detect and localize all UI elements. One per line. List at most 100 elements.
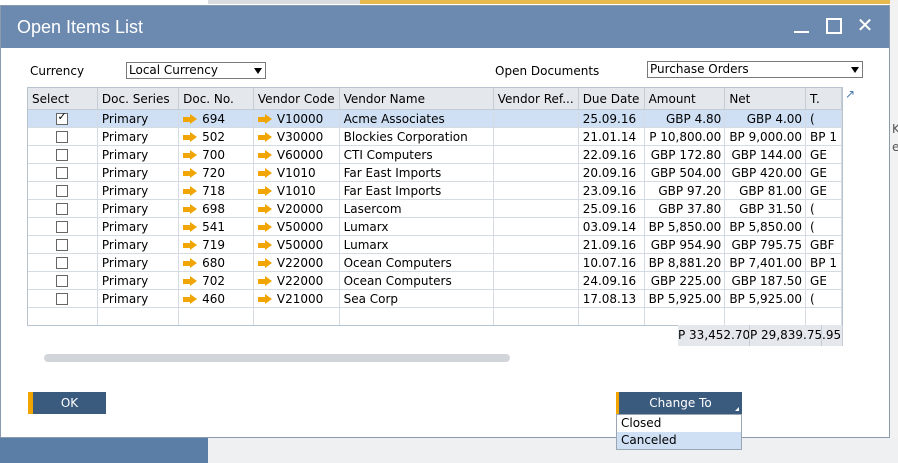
table-row[interactable]: Primary 502 V30000 Blockies Corporation 21.0… bbox=[28, 127, 842, 146]
column-header[interactable]: Select bbox=[28, 88, 98, 110]
empty-cell bbox=[339, 307, 494, 325]
table-row[interactable]: Primary 541 V50000 Lumarx 03.09.14 BP 5,850.0… bbox=[28, 217, 842, 236]
table-row[interactable]: Primary 719 V50000 Lumarx 21.09.16 GBP 954.90… bbox=[28, 235, 842, 254]
menu-item-closed[interactable]: Closed bbox=[617, 415, 741, 432]
golden-arrow-icon[interactable] bbox=[183, 114, 198, 124]
doc-no-cell[interactable]: 694 bbox=[178, 109, 254, 128]
select-checkbox[interactable] bbox=[56, 275, 69, 287]
select-checkbox[interactable] bbox=[56, 257, 69, 269]
maximize-icon[interactable] bbox=[823, 15, 843, 35]
golden-arrow-icon[interactable] bbox=[183, 204, 198, 214]
vendor-code-cell[interactable]: V30000 bbox=[253, 127, 340, 146]
golden-arrow-icon[interactable] bbox=[183, 294, 198, 304]
doc-no-cell[interactable]: 680 bbox=[178, 253, 254, 272]
ok-button[interactable]: OK bbox=[28, 392, 106, 414]
doc-no-cell[interactable]: 541 bbox=[178, 217, 254, 236]
doc-no-cell[interactable]: 698 bbox=[178, 199, 254, 218]
doc-no-cell[interactable]: 720 bbox=[178, 163, 254, 182]
vendor-code-cell[interactable]: V50000 bbox=[253, 235, 340, 254]
select-checkbox[interactable] bbox=[56, 239, 69, 251]
select-checkbox[interactable] bbox=[56, 185, 69, 197]
select-checkbox[interactable] bbox=[56, 203, 69, 215]
net-cell-text: BP 5,850.00 bbox=[729, 219, 803, 234]
horizontal-scrollbar[interactable] bbox=[44, 354, 510, 362]
select-checkbox[interactable] bbox=[56, 221, 69, 233]
doc-no-cell[interactable]: 700 bbox=[178, 145, 254, 164]
change-to-button[interactable]: Change To bbox=[616, 392, 742, 414]
golden-arrow-icon[interactable] bbox=[257, 132, 272, 142]
golden-arrow-icon[interactable] bbox=[183, 186, 198, 196]
expand-icon[interactable]: ↗ bbox=[845, 88, 856, 100]
golden-arrow-icon[interactable] bbox=[183, 276, 198, 286]
table-row[interactable]: Primary 702 V22000 Ocean Computers 24.09.16 G… bbox=[28, 271, 842, 290]
golden-arrow-icon[interactable] bbox=[257, 186, 272, 196]
table-row[interactable]: Primary 698 V20000 Lasercom 25.09.16 GBP 37.8… bbox=[28, 199, 842, 218]
vendor-name-cell: Far East Imports bbox=[339, 163, 494, 182]
column-header[interactable]: Vendor Ref... bbox=[493, 88, 579, 110]
currency-select[interactable]: Local Currency bbox=[126, 62, 266, 79]
golden-arrow-icon[interactable] bbox=[257, 240, 272, 250]
close-icon[interactable]: ✕ bbox=[855, 15, 875, 35]
vendor-code-cell[interactable]: V20000 bbox=[253, 199, 340, 218]
vendor-code-cell[interactable]: V1010 bbox=[253, 163, 340, 182]
vendor-code-cell[interactable]: V60000 bbox=[253, 145, 340, 164]
table-row[interactable]: Primary 720 V1010 Far East Imports 20.09.16 G… bbox=[28, 163, 842, 182]
due-date-cell-text: 17.08.13 bbox=[582, 291, 637, 306]
golden-arrow-icon[interactable] bbox=[183, 168, 198, 178]
golden-arrow-icon[interactable] bbox=[257, 222, 272, 232]
golden-arrow-icon[interactable] bbox=[183, 222, 198, 232]
doc-no-cell[interactable]: 718 bbox=[178, 181, 254, 200]
open-documents-select[interactable]: Purchase Orders bbox=[647, 61, 863, 78]
column-header[interactable]: T. bbox=[805, 88, 842, 110]
net-cell: GBP 81.00 bbox=[724, 181, 807, 200]
vendor-code-cell[interactable]: V10000 bbox=[253, 109, 340, 128]
vendor-code-cell[interactable]: V22000 bbox=[253, 271, 340, 290]
empty-row[interactable] bbox=[28, 307, 842, 325]
doc-no-cell[interactable]: 460 bbox=[178, 289, 254, 308]
due-date-cell: 17.08.13 bbox=[578, 289, 645, 308]
golden-arrow-icon[interactable] bbox=[257, 168, 272, 178]
select-checkbox[interactable] bbox=[56, 149, 69, 161]
doc-no-cell[interactable]: 702 bbox=[178, 271, 254, 290]
vendor-code-cell[interactable]: V1010 bbox=[253, 181, 340, 200]
golden-arrow-icon[interactable] bbox=[183, 240, 198, 250]
golden-arrow-icon[interactable] bbox=[257, 258, 272, 268]
golden-arrow-icon[interactable] bbox=[183, 132, 198, 142]
vendor-code-cell[interactable]: V50000 bbox=[253, 217, 340, 236]
select-checkbox[interactable] bbox=[56, 167, 69, 179]
golden-arrow-icon[interactable] bbox=[257, 276, 272, 286]
golden-arrow-icon[interactable] bbox=[257, 114, 272, 124]
column-header[interactable]: Doc. Series bbox=[97, 88, 180, 110]
vendor-code-cell[interactable]: V21000 bbox=[253, 289, 340, 308]
table-row[interactable]: Primary 680 V22000 Ocean Computers 10.07.16 B… bbox=[28, 253, 842, 272]
open-items-grid[interactable]: Select Doc. Series Doc. No. Vendor Code Vend… bbox=[27, 87, 843, 326]
golden-arrow-icon[interactable] bbox=[183, 150, 198, 160]
table-row[interactable]: Primary 694 V10000 Acme Associates 25.09.16 G… bbox=[28, 109, 842, 128]
column-header[interactable]: Net bbox=[724, 88, 807, 110]
golden-arrow-icon[interactable] bbox=[257, 204, 272, 214]
doc-no-cell[interactable]: 502 bbox=[178, 127, 254, 146]
vendor-code-cell[interactable]: V22000 bbox=[253, 253, 340, 272]
minimize-icon[interactable] bbox=[791, 15, 811, 35]
table-row[interactable]: Primary 718 V1010 Far East Imports 23.09.16 G… bbox=[28, 181, 842, 200]
doc-no-cell[interactable]: 719 bbox=[178, 235, 254, 254]
golden-arrow-icon[interactable] bbox=[257, 294, 272, 304]
select-checkbox[interactable] bbox=[56, 110, 69, 125]
column-header[interactable]: Vendor Code bbox=[253, 88, 340, 110]
title-bar[interactable]: Open Items List ✕ bbox=[1, 6, 889, 48]
column-header[interactable]: Doc. No. bbox=[178, 88, 254, 110]
select-cell bbox=[28, 271, 98, 290]
golden-arrow-icon[interactable] bbox=[183, 258, 198, 268]
select-checkbox[interactable] bbox=[56, 293, 69, 305]
golden-arrow-icon[interactable] bbox=[257, 150, 272, 160]
menu-item-canceled[interactable]: Canceled bbox=[617, 432, 741, 449]
column-header[interactable]: Vendor Name bbox=[339, 88, 494, 110]
vendor-name-cell-text: Sea Corp bbox=[343, 291, 399, 306]
column-header[interactable]: Due Date bbox=[578, 88, 645, 110]
select-checkbox[interactable] bbox=[56, 131, 69, 143]
table-row[interactable]: Primary 700 V60000 CTI Computers 22.09.16 GBP… bbox=[28, 145, 842, 164]
amount-cell: P 10,800.00 bbox=[644, 127, 726, 146]
net-cell-text: GBP 795.75 bbox=[731, 237, 803, 252]
table-row[interactable]: Primary 460 V21000 Sea Corp 17.08.13 BP 5,925… bbox=[28, 289, 842, 308]
column-header[interactable]: Amount bbox=[644, 88, 726, 110]
